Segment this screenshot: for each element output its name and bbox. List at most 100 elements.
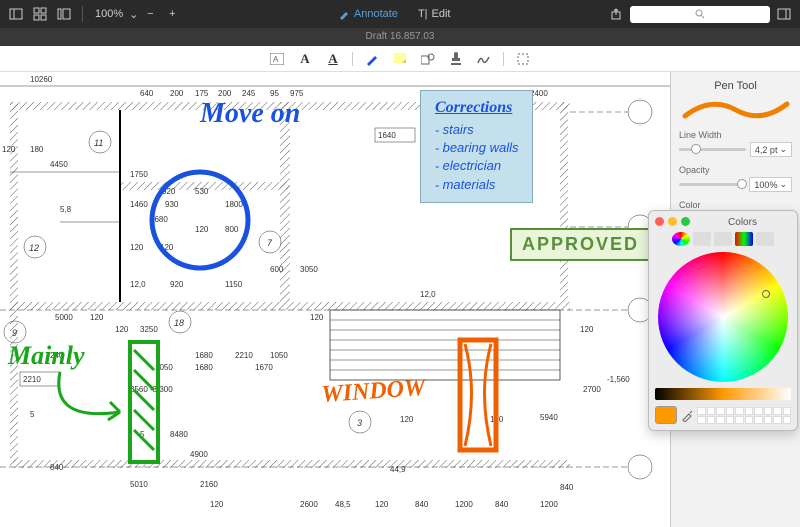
- edit-tab[interactable]: T| Edit: [410, 6, 459, 22]
- svg-text:120: 120: [130, 243, 144, 252]
- svg-text:840: 840: [415, 500, 429, 509]
- svg-text:640: 640: [140, 89, 154, 98]
- svg-text:120: 120: [210, 500, 224, 509]
- svg-text:2700: 2700: [583, 385, 601, 394]
- signature-tool-icon[interactable]: [475, 50, 493, 68]
- svg-text:12,0: 12,0: [420, 290, 436, 299]
- svg-text:9: 9: [12, 328, 17, 338]
- svg-text:120: 120: [90, 313, 104, 322]
- zoom-icon[interactable]: [681, 217, 690, 226]
- svg-text:2210: 2210: [235, 351, 253, 360]
- svg-text:200: 200: [170, 89, 184, 98]
- note-tool-icon[interactable]: [391, 50, 409, 68]
- panel-title: Pen Tool: [679, 80, 792, 92]
- approved-stamp[interactable]: APPROVED: [510, 228, 651, 261]
- svg-text:800: 800: [225, 225, 239, 234]
- svg-text:120: 120: [2, 145, 16, 154]
- svg-text:180: 180: [30, 145, 44, 154]
- svg-text:12,0: 12,0: [130, 280, 146, 289]
- svg-text:2600: 2600: [300, 500, 318, 509]
- pencils-tab-icon[interactable]: [756, 232, 774, 246]
- zoom-in-button[interactable]: +: [162, 4, 182, 24]
- svg-text:3: 3: [357, 418, 362, 428]
- svg-text:1460: 1460: [130, 200, 148, 209]
- current-color-swatch[interactable]: [655, 406, 677, 424]
- opacity-value[interactable]: 100%⌄: [749, 177, 792, 192]
- svg-text:A: A: [273, 55, 279, 64]
- svg-text:2210: 2210: [23, 375, 41, 384]
- zoom-value[interactable]: 100%: [91, 8, 127, 20]
- svg-text:1640: 1640: [378, 131, 396, 140]
- selection-tool-icon[interactable]: [514, 50, 532, 68]
- palette-tab-icon[interactable]: [714, 232, 732, 246]
- chevron-down-icon[interactable]: ⌄: [129, 8, 138, 21]
- svg-text:12: 12: [29, 243, 39, 253]
- thumbnails-icon[interactable]: [54, 4, 74, 24]
- wheel-tab-icon[interactable]: [672, 232, 690, 246]
- zoom-out-button[interactable]: −: [140, 4, 160, 24]
- color-cursor[interactable]: [762, 290, 770, 298]
- svg-text:48,5: 48,5: [335, 500, 351, 509]
- svg-text:44,9: 44,9: [390, 465, 406, 474]
- svg-text:4900: 4900: [190, 450, 208, 459]
- color-picker-window[interactable]: Colors: [648, 210, 798, 431]
- close-icon[interactable]: [655, 217, 664, 226]
- color-wheel[interactable]: [658, 252, 788, 382]
- chevron-down-icon: ⌄: [779, 179, 787, 190]
- grid-view-icon[interactable]: [30, 4, 50, 24]
- svg-text:3250: 3250: [140, 325, 158, 334]
- annotate-tab[interactable]: Annotate: [330, 6, 406, 22]
- svg-text:120: 120: [375, 500, 389, 509]
- panel-toggle-icon[interactable]: [774, 4, 794, 24]
- svg-text:1750: 1750: [130, 170, 148, 179]
- line-width-slider[interactable]: [679, 148, 746, 151]
- colorpicker-title: Colors: [694, 217, 791, 228]
- corrections-note[interactable]: Corrections - stairs - bearing walls - e…: [420, 90, 533, 203]
- chevron-down-icon: ⌄: [779, 144, 787, 155]
- svg-text:975: 975: [290, 89, 304, 98]
- move-on-annotation[interactable]: Move on: [199, 98, 300, 129]
- svg-text:1800: 1800: [225, 200, 243, 209]
- svg-text:920: 920: [170, 280, 184, 289]
- eyedropper-icon[interactable]: [681, 408, 693, 422]
- mainly-annotation[interactable]: Mainly: [7, 341, 85, 370]
- sliders-tab-icon[interactable]: [693, 232, 711, 246]
- note-title: Corrections: [435, 99, 518, 117]
- line-width-value[interactable]: 4,2 pt⌄: [750, 142, 792, 157]
- sidebar-toggle-icon[interactable]: [6, 4, 26, 24]
- svg-text:120: 120: [310, 313, 324, 322]
- main-toolbar: 100% ⌄ − + Annotate T| Edit: [0, 0, 800, 28]
- shapes-tool-icon[interactable]: [419, 50, 437, 68]
- text-box-icon[interactable]: A: [268, 50, 286, 68]
- svg-text:1050: 1050: [270, 351, 288, 360]
- svg-text:18: 18: [174, 318, 184, 328]
- minimize-icon[interactable]: [668, 217, 677, 226]
- svg-text:840: 840: [50, 463, 64, 472]
- svg-text:8480: 8480: [170, 430, 188, 439]
- pen-preview: [679, 98, 792, 122]
- svg-text:5000: 5000: [55, 313, 73, 322]
- brightness-slider[interactable]: [655, 388, 791, 400]
- svg-text:10260: 10260: [30, 75, 53, 84]
- svg-text:-1,560: -1,560: [607, 375, 630, 384]
- spectrum-tab-icon[interactable]: [735, 232, 753, 246]
- share-icon[interactable]: [606, 4, 626, 24]
- svg-text:95: 95: [270, 89, 279, 98]
- svg-text:1150: 1150: [225, 280, 243, 289]
- document-canvas[interactable]: 10260 640 200 175 200 245 95 975 2400 11…: [0, 72, 670, 527]
- svg-text:5940: 5940: [540, 413, 558, 422]
- underline-text-icon[interactable]: A: [324, 50, 342, 68]
- svg-text:5010: 5010: [130, 480, 148, 489]
- svg-text:5: 5: [30, 410, 35, 419]
- opacity-label: Opacity: [679, 165, 792, 175]
- opacity-slider[interactable]: [679, 183, 745, 186]
- search-input[interactable]: [630, 6, 770, 23]
- pen-tool-icon[interactable]: [363, 50, 381, 68]
- svg-text:120: 120: [400, 415, 414, 424]
- note-item: - materials: [435, 176, 518, 194]
- stamp-tool-icon[interactable]: [447, 50, 465, 68]
- svg-text:530: 530: [195, 187, 209, 196]
- color-history-grid[interactable]: [697, 407, 791, 424]
- svg-text:120: 120: [195, 225, 209, 234]
- text-tool-icon[interactable]: A: [296, 50, 314, 68]
